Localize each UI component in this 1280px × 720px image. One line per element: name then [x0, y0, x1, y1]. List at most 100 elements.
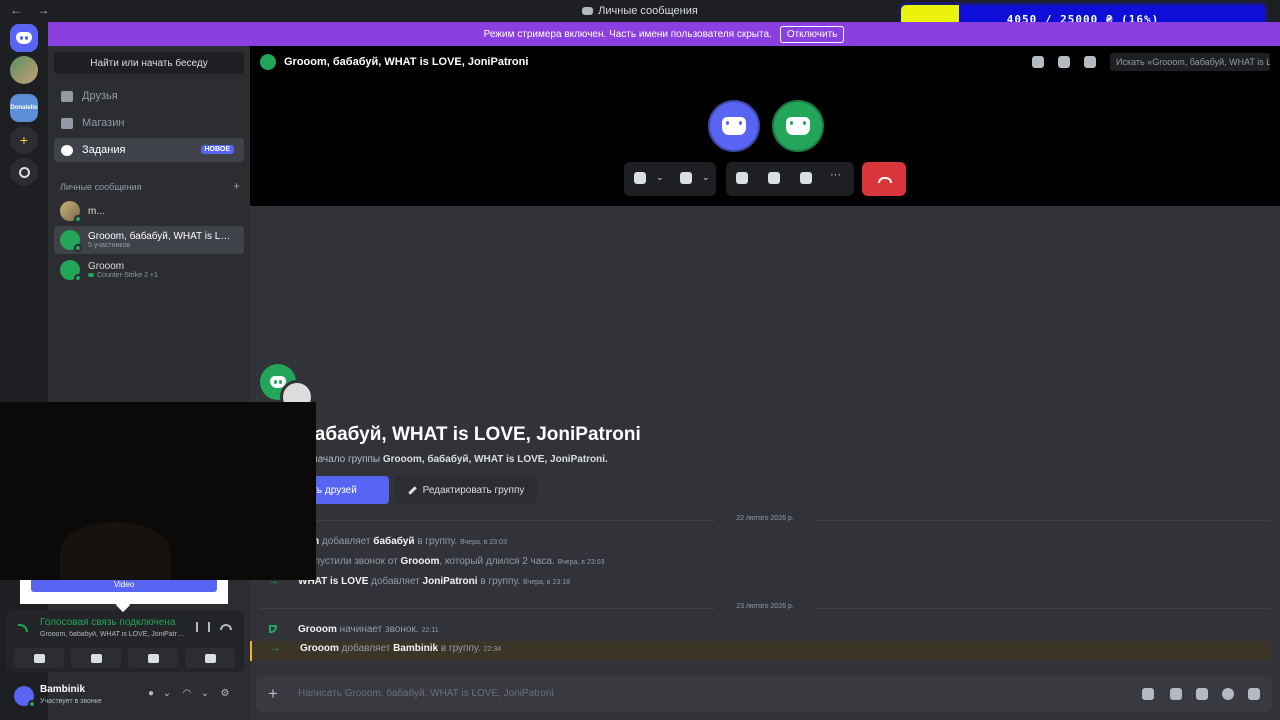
call-media-controls: ⌄ ⌄ — [624, 162, 716, 196]
avatar — [60, 260, 82, 282]
home-button[interactable] — [10, 24, 38, 52]
online-status-icon — [74, 244, 82, 252]
call-participant[interactable] — [708, 100, 760, 152]
voice-signal-icon — [18, 624, 28, 632]
headphones-icon[interactable]: ◠ — [178, 688, 196, 704]
person-silhouette — [60, 522, 170, 580]
add-friends-icon[interactable] — [1058, 56, 1070, 68]
server-donatello[interactable]: Donatello — [10, 94, 38, 122]
chevron-down-icon[interactable]: ⌄ — [656, 172, 664, 184]
sidebar-item-quests[interactable]: Задания НОВОЕ — [54, 138, 244, 162]
chat-title: Grooom, бабабуй, WHAT is LOVE, JoniPatro… — [284, 56, 529, 68]
online-status-icon — [28, 700, 36, 708]
call-actions: ··· — [726, 162, 854, 196]
call-participant[interactable] — [772, 100, 824, 152]
gift-icon[interactable] — [1142, 688, 1154, 700]
video-tooltip: Video — [20, 580, 228, 613]
discord-icon — [722, 117, 746, 135]
system-message: → WHAT is LOVE добавляет JoniPatroni в гр… — [268, 575, 570, 587]
soundboard-icon — [204, 653, 216, 663]
create-dm-button[interactable]: + — [233, 179, 240, 193]
dm-section-header: Личные сообщения + — [60, 179, 240, 193]
voice-channel-name[interactable]: Grooom, бабабуй, WHAT is LOVE, JoniPatro… — [40, 631, 186, 638]
server-group-avatar[interactable] — [10, 56, 38, 84]
attach-plus-icon[interactable]: + — [268, 684, 278, 704]
settings-gear-icon[interactable]: ⚙ — [216, 688, 234, 704]
date-divider: 22 лютого 2026 р. — [260, 515, 1270, 525]
group-avatar — [260, 54, 276, 70]
avatar — [60, 201, 82, 223]
microphone-icon[interactable] — [634, 172, 646, 184]
emoji-icon[interactable] — [1222, 688, 1234, 700]
shop-icon — [61, 117, 73, 129]
activities-icon — [147, 653, 159, 663]
chat-area: Grooom, бабабуй, WHAT is LOVE, JoniPatro… — [250, 46, 1280, 720]
screen-share-button[interactable] — [71, 648, 121, 668]
sidebar-item-friends[interactable]: Друзья — [54, 84, 244, 108]
new-badge: НОВОЕ — [200, 145, 234, 154]
friends-icon — [61, 90, 73, 102]
system-message-highlighted: → Grooom добавляет Bambinik в группу. 22:3… — [250, 641, 1270, 661]
system-message: пропустили звонок от Grooom, который дли… — [250, 554, 1270, 572]
date-divider: 23 лютого 2026 р. — [260, 603, 1270, 613]
online-status-icon — [74, 215, 82, 223]
pencil-icon — [407, 485, 417, 495]
arrow-right-icon: → — [270, 642, 281, 654]
online-status-icon — [74, 274, 82, 282]
soundboard-icon[interactable] — [800, 172, 812, 184]
activities-icon[interactable] — [768, 172, 780, 184]
screen-share-icon — [90, 653, 102, 663]
plus-icon: + — [19, 132, 29, 148]
soundboard-button[interactable] — [185, 648, 235, 668]
members-icon[interactable] — [1084, 56, 1096, 68]
quests-icon — [61, 144, 73, 156]
camera-off-icon — [33, 653, 45, 663]
noise-suppression-icon[interactable] — [196, 622, 210, 632]
camera-button[interactable] — [14, 648, 64, 668]
dm-item[interactable]: Grooom Counter-Strike 2 +1 — [54, 256, 244, 284]
streamer-mode-banner: Режим стримера включен. Часть имени поль… — [48, 22, 1280, 46]
sticker-icon[interactable] — [1196, 688, 1208, 700]
webcam-overlay — [0, 402, 316, 580]
username[interactable]: Bambinik — [40, 684, 85, 695]
discord-icon — [582, 7, 594, 16]
dm-item[interactable]: m... — [54, 198, 244, 224]
voice-status[interactable]: Голосовая связь подключена — [40, 617, 175, 628]
user-panel: Bambinik Участвует в звонке ● ⌄ ◠ ⌄ ⚙ — [6, 678, 244, 716]
chat-header: Grooom, бабабуй, WHAT is LOVE, JoniPatro… — [250, 46, 1280, 78]
add-server-button[interactable]: + — [10, 126, 38, 154]
explore-button[interactable] — [10, 158, 38, 186]
apps-icon[interactable] — [1248, 688, 1260, 700]
gif-icon[interactable] — [1170, 688, 1182, 700]
gamepad-icon — [88, 273, 94, 277]
streamer-mode-text: Режим стримера включен. Часть имени поль… — [483, 28, 772, 40]
disconnect-icon[interactable] — [220, 624, 232, 630]
chevron-down-icon[interactable]: ⌄ — [702, 172, 710, 184]
discord-icon — [786, 117, 810, 135]
pin-icon[interactable] — [1032, 56, 1044, 68]
screen-share-icon[interactable] — [736, 172, 748, 184]
group-avatar — [60, 230, 82, 252]
avatar[interactable] — [14, 686, 36, 708]
user-status: Участвует в звонке — [40, 698, 102, 705]
more-icon[interactable]: ··· — [830, 169, 842, 181]
dm-item-group[interactable]: Grooom, бабабуй, WHAT is LOVE, JoniPatro… — [54, 226, 244, 254]
system-message: Grooom начинает звонок. 22:11 — [250, 622, 1270, 640]
message-composer[interactable]: + Написать Grooom, бабабуй, WHAT is LOVE… — [256, 676, 1272, 712]
voice-connection-panel: Голосовая связь подключена Grooom, бабаб… — [6, 610, 244, 672]
chevron-down-icon[interactable]: ⌄ — [158, 688, 176, 704]
group-intro-title: om, бабабуй, WHAT is LOVE, JoniPatroni — [264, 424, 641, 445]
message-input[interactable]: Написать Grooom, бабабуй, WHAT is LOVE, … — [298, 688, 554, 699]
activities-button[interactable] — [128, 648, 178, 668]
system-message: →oom добавляет бабабуй в группу.Вчера, в… — [250, 534, 1270, 552]
edit-group-button[interactable]: Редактировать группу — [395, 476, 537, 504]
search-input[interactable]: Искать «Grooom, бабабуй, WHAT is LOVE, J… — [1110, 53, 1270, 71]
phone-icon — [269, 625, 277, 633]
hang-up-button[interactable] — [862, 162, 906, 196]
compass-icon — [18, 166, 30, 178]
disable-streamer-mode-button[interactable]: Отключить — [779, 25, 845, 43]
chevron-down-icon[interactable]: ⌄ — [196, 688, 214, 704]
find-conversation-button[interactable]: Найти или начать беседу — [54, 52, 244, 74]
sidebar-item-shop[interactable]: Магазин — [54, 111, 244, 135]
camera-off-icon[interactable] — [680, 172, 692, 184]
